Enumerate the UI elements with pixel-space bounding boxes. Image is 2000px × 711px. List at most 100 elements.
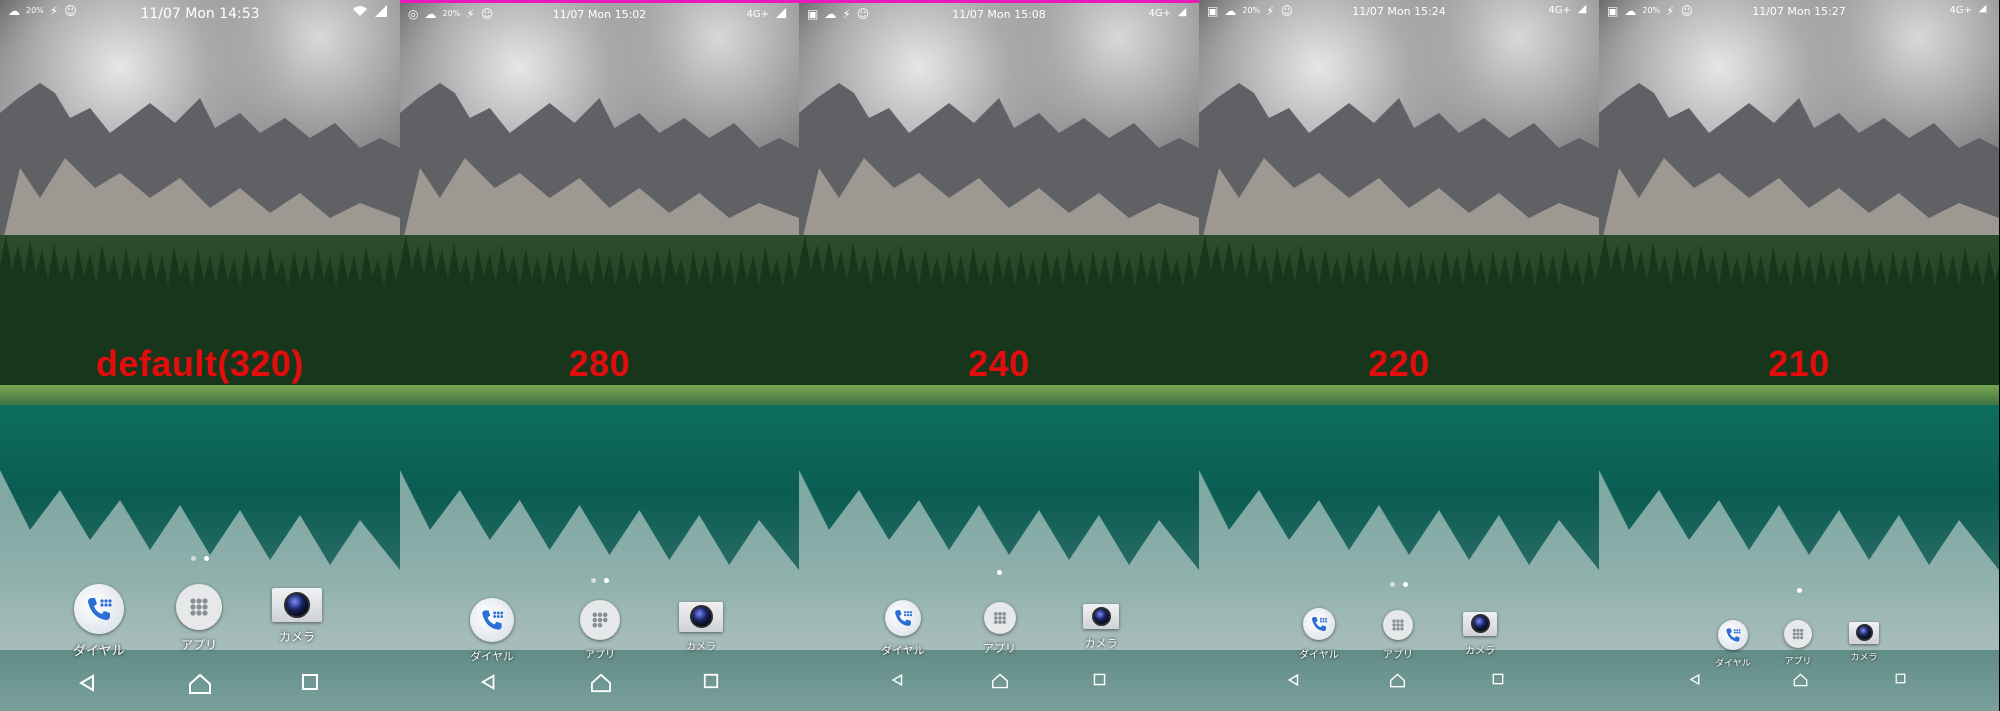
page-dot-active	[1403, 582, 1408, 587]
page-dot-active	[204, 556, 209, 561]
recents-button[interactable]	[703, 673, 719, 689]
dial-app[interactable]: ダイヤル	[1299, 608, 1339, 661]
back-triangle-icon	[79, 674, 94, 692]
navigation-bar	[1199, 661, 1599, 711]
home-icon	[189, 673, 211, 694]
dial-app[interactable]: ダイヤル	[73, 584, 125, 659]
signal-icon	[775, 7, 787, 22]
status-bar: ▣ ☁ ⚡ ☺ 11/07 Mon 15:08 4G+	[799, 0, 1199, 29]
back-button[interactable]	[480, 673, 498, 691]
app-drawer-icon	[1383, 610, 1413, 640]
camera-icon	[1463, 612, 1497, 636]
apps-button[interactable]: アプリ	[176, 584, 222, 653]
camera-label: カメラ	[686, 642, 716, 653]
density-label: 280	[568, 343, 631, 384]
apps-button[interactable]: アプリ	[1383, 610, 1413, 661]
dial-app[interactable]: ダイヤル	[470, 598, 514, 664]
comparison-strip: ☁ 20% ⚡ ☺ 11/07 Mon 14:53 default(320) ダ…	[0, 0, 2000, 711]
apps-label: アプリ	[1383, 650, 1413, 661]
page-dot-active	[603, 578, 609, 583]
home-icon	[1793, 673, 1808, 687]
page-dot-active	[996, 570, 1002, 575]
home-button[interactable]	[1793, 673, 1808, 687]
home-button[interactable]	[991, 673, 1009, 689]
status-time: 11/07 Mon 15:08	[952, 8, 1046, 21]
page-indicator	[799, 570, 1199, 575]
camera-label: カメラ	[1465, 646, 1495, 657]
apps-button[interactable]: アプリ	[580, 600, 620, 661]
signal-icon	[374, 4, 388, 21]
camera-label: カメラ	[278, 630, 315, 644]
camera-app[interactable]: カメラ	[1463, 612, 1497, 657]
apps-label: アプリ	[983, 642, 1016, 655]
navigation-bar	[400, 661, 799, 711]
page-indicator	[0, 556, 400, 561]
back-triangle-icon	[480, 674, 495, 690]
density-label: 240	[968, 343, 1030, 384]
apps-button[interactable]: アプリ	[1784, 620, 1812, 667]
status-bar: ▣ ☁ 20% ⚡ ☺ 11/07 Mon 15:24 4G+	[1199, 0, 1599, 26]
recents-button[interactable]	[301, 673, 319, 691]
home-icon	[591, 673, 611, 693]
recents-button[interactable]	[1492, 673, 1504, 685]
status-time: 11/07 Mon 14:53	[140, 6, 260, 22]
recents-button[interactable]	[1093, 673, 1106, 686]
signal-icon	[1177, 7, 1187, 20]
camera-icon	[1849, 622, 1879, 644]
camera-icon	[272, 588, 322, 622]
network-type: 4G+	[1949, 4, 1973, 16]
page-dot-active	[1796, 588, 1802, 593]
recents-square-icon	[1895, 673, 1906, 684]
recents-square-icon	[302, 674, 318, 690]
apps-label: アプリ	[180, 638, 217, 652]
navigation-bar	[799, 661, 1199, 711]
camera-app[interactable]: カメラ	[679, 602, 723, 653]
status-bar: ◎ ☁ 20% ⚡ ☺ 11/07 Mon 15:02 4G+	[400, 0, 799, 29]
status-time: 11/07 Mon 15:02	[552, 8, 647, 21]
recents-square-icon	[1492, 673, 1504, 685]
density-label: 210	[1768, 343, 1830, 384]
camera-app[interactable]: カメラ	[272, 588, 322, 645]
signal-icon	[1978, 4, 1987, 16]
back-button[interactable]	[78, 673, 98, 693]
camera-app[interactable]: カメラ	[1083, 604, 1119, 651]
camera-label: カメラ	[1084, 637, 1118, 650]
home-button[interactable]	[590, 673, 612, 693]
phone-screen-220: ▣ ☁ 20% ⚡ ☺ 11/07 Mon 15:24 4G+ 220 ダイヤル…	[1199, 0, 1599, 711]
phone-keypad-icon	[470, 598, 514, 642]
recents-square-icon	[1093, 673, 1106, 686]
recents-button[interactable]	[1895, 673, 1906, 684]
phone-keypad-icon	[1717, 620, 1748, 650]
home-button[interactable]	[188, 673, 212, 695]
signal-icon	[1577, 4, 1587, 17]
dial-app[interactable]: ダイヤル	[881, 600, 925, 658]
page-dot	[1390, 582, 1395, 587]
dial-label: ダイヤル	[881, 644, 925, 657]
page-indicator	[1599, 588, 1999, 593]
home-icon	[992, 673, 1008, 689]
home-icon	[1390, 673, 1405, 688]
status-bar: ☁ 20% ⚡ ☺ 11/07 Mon 14:53	[0, 0, 400, 26]
camera-app[interactable]: カメラ	[1849, 622, 1879, 663]
page-dot	[191, 556, 196, 561]
camera-icon	[1083, 604, 1119, 629]
phone-screen-240: ▣ ☁ ⚡ ☺ 11/07 Mon 15:08 4G+ 240 ダイヤル アプリ…	[799, 0, 1199, 711]
network-type: 4G+	[1548, 5, 1572, 16]
wifi-icon	[352, 5, 368, 20]
back-button[interactable]	[1287, 673, 1301, 687]
navigation-bar	[0, 661, 400, 711]
phone-keypad-icon	[884, 600, 921, 636]
network-type: 4G+	[746, 9, 770, 20]
apps-button[interactable]: アプリ	[983, 602, 1016, 656]
phone-keypad-icon	[73, 584, 124, 634]
phone-screen-280: ◎ ☁ 20% ⚡ ☺ 11/07 Mon 15:02 4G+ 280 ダイヤル…	[400, 0, 799, 711]
app-drawer-icon	[580, 600, 620, 640]
navigation-bar	[1599, 661, 1999, 711]
app-drawer-icon	[983, 602, 1016, 634]
page-indicator	[1199, 582, 1599, 587]
back-button[interactable]	[1689, 673, 1702, 686]
app-drawer-icon	[176, 584, 222, 630]
home-button[interactable]	[1389, 673, 1406, 688]
back-button[interactable]	[891, 673, 905, 687]
camera-icon	[679, 602, 723, 632]
